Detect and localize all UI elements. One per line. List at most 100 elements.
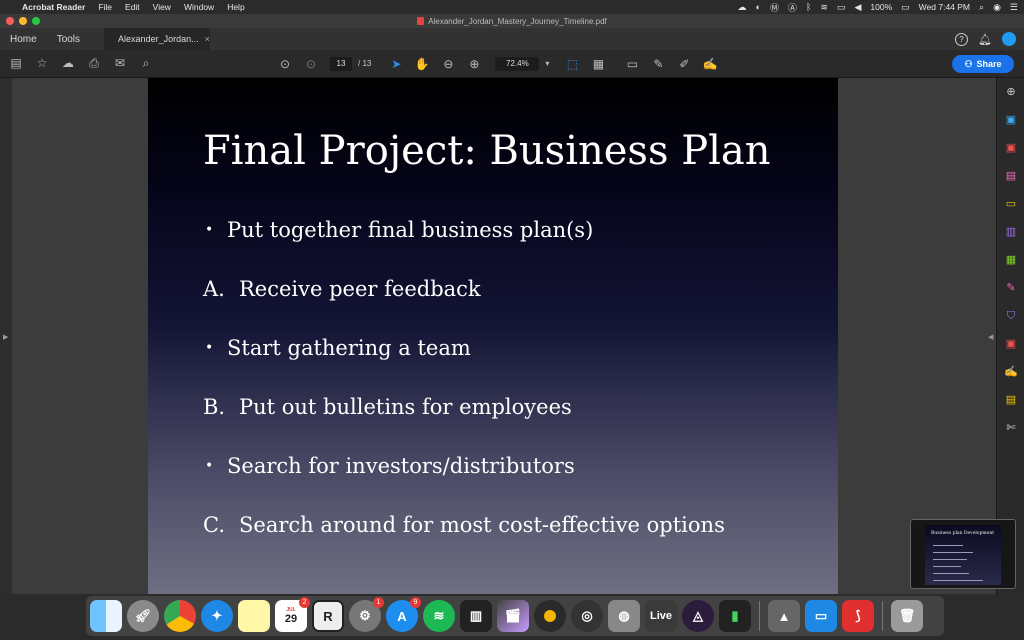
close-window-button[interactable]	[6, 17, 14, 25]
collapse-right-pane-icon[interactable]: ◀	[988, 333, 993, 341]
create-pdf-icon[interactable]: ▣	[1003, 140, 1019, 156]
thumbnail-line	[933, 573, 969, 574]
fill-sign-tool-icon[interactable]: ✎	[1003, 280, 1019, 296]
scroll-mode-icon[interactable]: ▦	[585, 57, 611, 71]
page-fit-icon[interactable]: ⬚	[559, 57, 585, 71]
menubar-clock[interactable]: Wed 7:44 PM	[919, 2, 970, 12]
email-icon[interactable]: ✉	[107, 56, 133, 71]
upload-cloud-icon[interactable]: ☁	[55, 56, 81, 71]
zoom-level-field[interactable]: 72.4%	[495, 56, 540, 71]
r-app-icon[interactable]: R	[312, 600, 344, 632]
dock-separator	[882, 601, 883, 631]
page-number-input[interactable]: 13	[330, 56, 352, 71]
close-tab-icon[interactable]: ×	[205, 34, 210, 44]
airplay-icon[interactable]: ▭	[837, 2, 846, 13]
safari-icon[interactable]: ✦	[201, 600, 233, 632]
archive-app-icon[interactable]: ▲	[768, 600, 800, 632]
window-controls	[6, 17, 40, 25]
slide-item: • Start gathering a team	[203, 336, 823, 395]
trash-icon[interactable]: 🗑︎	[891, 600, 923, 632]
document-tab-label: Alexander_Jordan...	[118, 34, 199, 44]
right-tools-pane: ◀ ⊕ ▣ ▣ ▤ ▭ ▥ ▦ ✎ ⛉ ▣ ✍ ▤ ✄	[988, 78, 1024, 594]
notification-center-icon[interactable]: ☰	[1010, 2, 1018, 13]
fill-sign-icon[interactable]: ✍	[697, 57, 723, 71]
edit-pdf-icon[interactable]: ▤	[1003, 168, 1019, 184]
menu-edit[interactable]: Edit	[125, 2, 140, 12]
piano-keyboard-icon[interactable]: ▥	[460, 600, 492, 632]
screenshot-thumbnail[interactable]: Business plan Development	[910, 519, 1016, 589]
zoom-search-icon[interactable]: ⊕	[1003, 84, 1019, 100]
disk-utility-icon[interactable]: ◍	[608, 600, 640, 632]
slide-item-text: Start gathering a team	[227, 336, 471, 360]
draw-icon[interactable]: ✐	[671, 57, 697, 71]
system-preferences-icon[interactable]: ⚙ 1	[349, 597, 384, 632]
creative-cloud-icon[interactable]: ☁	[738, 2, 747, 13]
comment-tool-icon[interactable]: ▭	[1003, 196, 1019, 212]
share-button[interactable]: ⚇ Share	[952, 55, 1014, 73]
tab-document[interactable]: Alexander_Jordan... ×	[104, 28, 211, 50]
send-for-review-icon[interactable]: ▤	[1003, 392, 1019, 408]
gauge-icon[interactable]: ◐	[756, 2, 761, 12]
app-menu-name[interactable]: Acrobat Reader	[22, 2, 85, 12]
left-panel-gutter[interactable]: ▶	[0, 78, 12, 594]
account-avatar[interactable]	[1002, 32, 1016, 46]
tab-home[interactable]: Home	[0, 34, 47, 45]
scrobbler-icon[interactable]	[534, 600, 566, 632]
app-store-icon[interactable]: A 9	[386, 597, 421, 632]
hand-tool-icon[interactable]: ✋	[409, 57, 435, 71]
spotify-icon[interactable]: ≋	[423, 600, 455, 632]
volume-icon[interactable]: ◀	[854, 2, 861, 13]
battery-icon[interactable]: ▭	[901, 2, 910, 13]
obs-icon[interactable]: ◎	[571, 600, 603, 632]
export-pdf-icon[interactable]: ▣	[1003, 112, 1019, 128]
search-icon[interactable]: ⌕	[133, 56, 159, 71]
battery-percentage[interactable]: 100%	[870, 2, 892, 12]
menu-file[interactable]: File	[98, 2, 112, 12]
more-tools-icon[interactable]: ✄	[1003, 420, 1019, 436]
pro-tools-icon[interactable]: ◬	[682, 600, 714, 632]
launchpad-icon[interactable]: 🚀︎	[127, 600, 159, 632]
acrobat-reader-icon[interactable]: ⟆	[842, 600, 874, 632]
calendar-icon[interactable]: JUL 29 2	[275, 597, 310, 632]
select-cursor-icon[interactable]: ➤	[383, 57, 409, 71]
activity-monitor-icon[interactable]: ▮	[719, 600, 751, 632]
organize-pages-icon[interactable]: ▦	[1003, 252, 1019, 268]
combine-files-icon[interactable]: ▥	[1003, 224, 1019, 240]
menu-view[interactable]: View	[153, 2, 171, 12]
bluetooth-icon[interactable]: ᛒ	[806, 2, 811, 12]
notifications-bell-icon[interactable]: 🔔︎	[978, 33, 992, 46]
tab-tools[interactable]: Tools	[47, 34, 90, 45]
fullscreen-window-button[interactable]	[32, 17, 40, 25]
notes-icon[interactable]	[238, 600, 270, 632]
user-icon[interactable]: ◉	[993, 2, 1001, 13]
ableton-live-icon[interactable]: Live	[645, 600, 677, 632]
vpn-icon[interactable]: Ⓐ	[788, 1, 797, 14]
previous-page-icon[interactable]: ⊙	[272, 57, 298, 71]
zoom-in-icon[interactable]: ⊕	[461, 57, 487, 71]
protect-shield-icon[interactable]: ⛉	[1003, 308, 1019, 324]
document-viewport[interactable]: ▶ Final Project: Business Plan • Put tog…	[0, 78, 996, 594]
zoom-dropdown-icon[interactable]: ▾	[545, 59, 549, 68]
wifi-icon[interactable]: ≋	[820, 2, 828, 13]
chrome-icon[interactable]	[164, 600, 196, 632]
comment-icon[interactable]: ▭	[619, 57, 645, 71]
page-total: / 13	[358, 59, 372, 68]
minimize-window-button[interactable]	[19, 17, 27, 25]
highlight-pen-icon[interactable]: ✎	[645, 57, 671, 71]
save-icon[interactable]: ▤	[3, 56, 29, 71]
keynote-icon[interactable]: ▭	[805, 600, 837, 632]
menu-help[interactable]: Help	[227, 2, 244, 12]
final-cut-pro-icon[interactable]: 🎬︎	[497, 600, 529, 632]
malwarebytes-icon[interactable]: Ⓜ	[770, 1, 779, 14]
expand-left-panel-icon[interactable]: ▶	[3, 333, 8, 341]
zoom-out-icon[interactable]: ⊖	[435, 57, 461, 71]
send-for-signature-icon[interactable]: ✍	[1003, 364, 1019, 380]
menu-window[interactable]: Window	[184, 2, 214, 12]
compress-pdf-icon[interactable]: ▣	[1003, 336, 1019, 352]
spotlight-search-icon[interactable]: ⌕	[979, 2, 984, 13]
next-page-icon[interactable]: ⊙	[298, 57, 324, 71]
print-icon[interactable]: ⎙	[81, 56, 107, 71]
bookmark-star-icon[interactable]: ☆	[29, 56, 55, 71]
help-icon[interactable]: ?	[955, 32, 969, 46]
finder-icon[interactable]	[90, 600, 122, 632]
